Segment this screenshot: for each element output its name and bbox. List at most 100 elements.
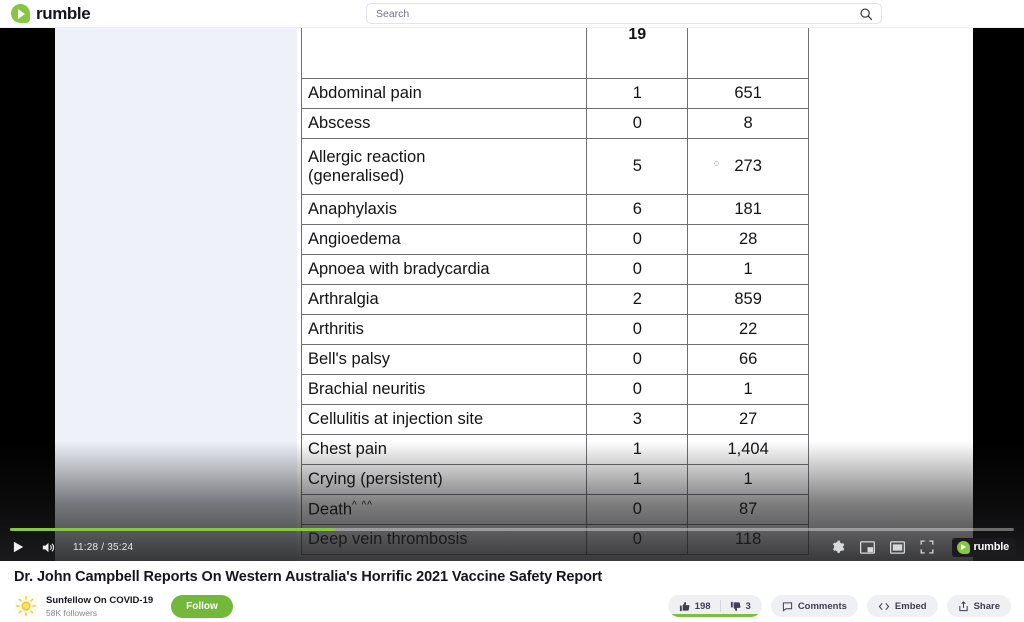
cell-reaction: Crying (persistent) xyxy=(300,464,588,495)
brand-name: rumble xyxy=(36,3,91,23)
embed-button[interactable]: Embed xyxy=(866,595,938,617)
cell-non-covid: 6 xyxy=(586,194,689,225)
cell-reaction: Allergic reaction (generalised) xyxy=(300,138,588,195)
cell-covid: 1 xyxy=(687,254,809,285)
table-row: Bell's palsy 0 66 xyxy=(300,344,809,375)
comment-bubble-icon xyxy=(782,601,793,612)
rumble-home-link[interactable]: rumble xyxy=(11,3,91,24)
cell-reaction: Abdominal pain xyxy=(300,78,588,109)
cell-covid: 859 xyxy=(687,284,809,315)
cell-non-covid: 0 xyxy=(586,494,689,525)
rating-divider xyxy=(719,600,721,612)
like-count: 198 xyxy=(694,600,711,612)
table-row: Chest pain 1 1,404 xyxy=(300,434,809,465)
follow-button[interactable]: Follow xyxy=(171,594,233,618)
player-controls: 11:28 / 35:24 rumble xyxy=(0,533,1024,561)
code-brackets-icon xyxy=(878,601,890,612)
scanned-document-page: COVID-19 Abdominal pain 1 651 Abscess 0 … xyxy=(297,28,973,561)
table-row: Crying (persistent) 1 1 xyxy=(300,464,809,495)
table-row: Angioedema 0 28 xyxy=(300,224,809,255)
vaccine-reaction-table: COVID-19 Abdominal pain 1 651 Abscess 0 … xyxy=(300,28,809,555)
table-row: Abdominal pain 1 651 xyxy=(300,78,809,109)
video-player[interactable]: COVID-19 Abdominal pain 1 651 Abscess 0 … xyxy=(0,28,1024,561)
rumble-play-logo-icon xyxy=(956,540,970,554)
cell-non-covid: 0 xyxy=(586,374,689,405)
time-display: 11:28 / 35:24 xyxy=(73,541,134,553)
share-button[interactable]: Share xyxy=(946,595,1011,617)
cell-covid: 181 xyxy=(687,194,809,225)
cell-reaction: Cellulitis at injection site xyxy=(300,404,588,435)
table-row: Anaphylaxis 6 181 xyxy=(300,194,809,225)
cell-non-covid: 5 xyxy=(586,138,689,195)
sun-avatar-icon[interactable] xyxy=(14,594,38,618)
rating-pill[interactable]: 198 3 xyxy=(667,595,762,617)
fullscreen-icon[interactable] xyxy=(920,540,934,554)
video-progress-fill xyxy=(10,528,336,531)
player-controls-right: rumble xyxy=(831,537,1024,557)
table-row: Cellulitis at injection site 3 27 xyxy=(300,404,809,435)
channel-followers: 58K followers xyxy=(46,607,98,618)
share-label: Share xyxy=(973,600,1000,612)
table-header-row: COVID-19 xyxy=(300,28,809,79)
cell-non-covid: 0 xyxy=(586,254,689,285)
cell-non-covid: 0 xyxy=(586,344,689,375)
cell-non-covid: 1 xyxy=(586,78,689,109)
rumble-play-logo-icon xyxy=(11,4,30,23)
theater-mode-icon[interactable] xyxy=(889,540,905,554)
picture-in-picture-icon[interactable] xyxy=(859,540,875,554)
search-input[interactable] xyxy=(376,4,836,23)
cell-reaction-footnote: ^ ^^ xyxy=(352,499,373,511)
cell-reaction: Bell's palsy xyxy=(300,344,588,375)
header-cell-reaction xyxy=(300,28,588,79)
rumble-watermark[interactable]: rumble xyxy=(951,537,1016,557)
video-info-section: Dr. John Campbell Reports On Western Aus… xyxy=(0,561,1024,622)
cell-covid: 1,404 xyxy=(687,434,809,465)
video-actions: 198 3 Comments Embed Share xyxy=(667,595,1011,617)
cell-covid: 66 xyxy=(687,344,809,375)
channel-text: Sunfellow On COVID-19 58K followers xyxy=(46,595,153,618)
cell-non-covid: 3 xyxy=(586,404,689,435)
search-bar[interactable] xyxy=(366,3,882,24)
table-body: COVID-19 Abdominal pain 1 651 Abscess 0 … xyxy=(300,28,809,555)
table-row: Apnoea with bradycardia 0 1 xyxy=(300,254,809,285)
video-progress-bar[interactable] xyxy=(10,528,1014,531)
table-row: Arthritis 0 22 xyxy=(300,314,809,345)
cell-non-covid: 1 xyxy=(586,464,689,495)
thumbs-down-icon[interactable] xyxy=(730,601,741,612)
comments-label: Comments xyxy=(797,600,847,612)
cell-reaction: Chest pain xyxy=(300,434,588,465)
cell-non-covid: 0 xyxy=(586,314,689,345)
cell-covid: 22 xyxy=(687,314,809,345)
cell-non-covid: 2 xyxy=(586,284,689,315)
cell-reaction: Abscess xyxy=(300,108,588,139)
channel-name[interactable]: Sunfellow On COVID-19 xyxy=(46,595,153,606)
thumbs-up-icon[interactable] xyxy=(679,601,690,612)
cell-reaction-label: Death xyxy=(308,500,353,519)
play-icon[interactable] xyxy=(10,539,26,555)
table-row: Death^ ^^ 0 87 xyxy=(300,494,809,525)
cell-reaction: Arthralgia xyxy=(300,284,588,315)
watermark-label: rumble xyxy=(973,541,1010,553)
cell-covid: 1 xyxy=(687,464,809,495)
top-navigation-bar: rumble xyxy=(0,0,1024,28)
cell-covid: 87 xyxy=(687,494,809,525)
volume-on-icon[interactable] xyxy=(39,539,57,555)
cell-reaction: Apnoea with bradycardia xyxy=(300,254,588,285)
channel-row: Sunfellow On COVID-19 58K followers Foll… xyxy=(14,594,233,618)
cell-covid: 28 xyxy=(687,224,809,255)
cell-reaction: Brachial neuritis xyxy=(300,374,588,405)
header-cell-covid xyxy=(687,28,809,79)
cell-covid: 1 xyxy=(687,374,809,405)
search-icon[interactable] xyxy=(859,7,873,26)
cell-covid: 273 xyxy=(687,138,809,195)
comments-button[interactable]: Comments xyxy=(770,595,858,617)
cell-reaction: Arthritis xyxy=(300,314,588,345)
cell-reaction: Angioedema xyxy=(300,224,588,255)
gear-icon[interactable] xyxy=(831,540,845,554)
header-cell-non-covid: COVID-19 xyxy=(586,28,689,79)
cell-covid: 8 xyxy=(687,108,809,139)
cell-covid: 27 xyxy=(687,404,809,435)
table-row: Abscess 0 8 xyxy=(300,108,809,139)
cell-non-covid: 0 xyxy=(586,224,689,255)
share-arrow-icon xyxy=(958,600,969,612)
